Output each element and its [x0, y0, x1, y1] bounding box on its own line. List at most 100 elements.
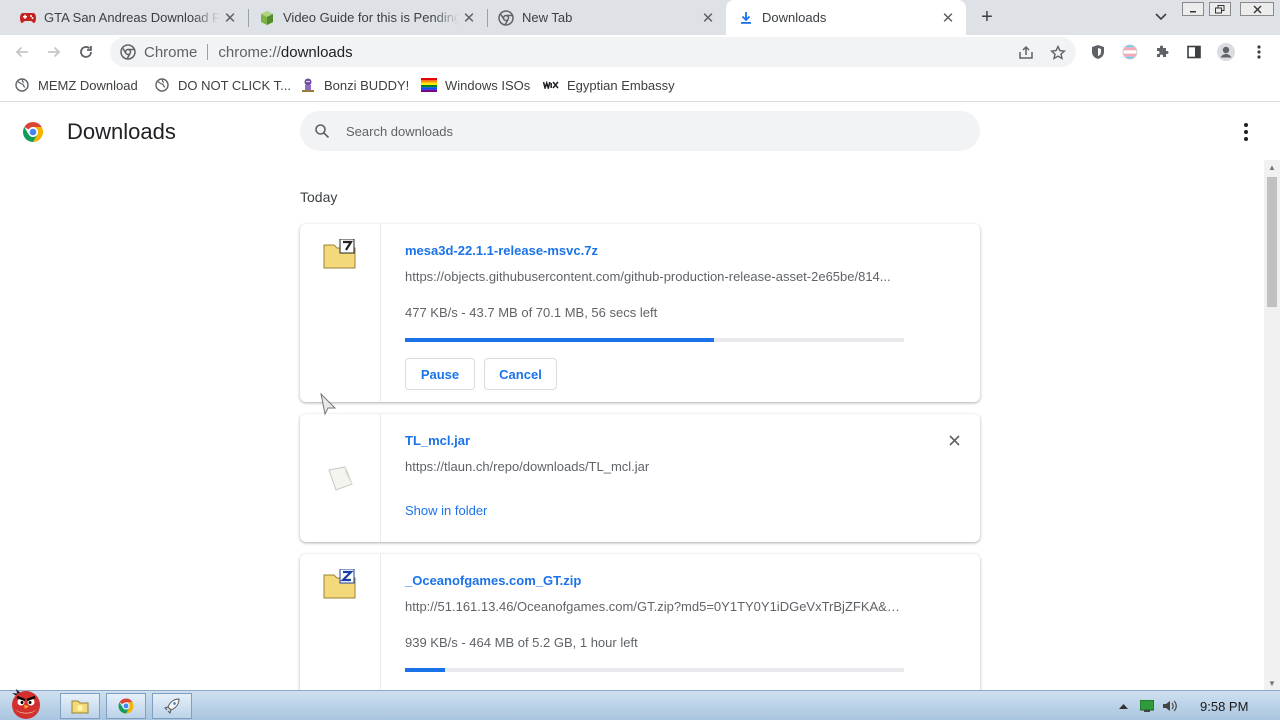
globe-icon [14, 77, 30, 93]
mouse-cursor-icon [320, 392, 338, 417]
url-prefix: chrome:// [218, 43, 281, 61]
tab-downloads[interactable]: Downloads ✕ [726, 0, 966, 35]
search-box[interactable] [300, 111, 980, 151]
progress-fill [405, 668, 445, 672]
trans-flag-extension-icon[interactable] [1121, 43, 1139, 61]
bookmark-bonzi[interactable]: Bonzi BUDDY! [300, 76, 409, 94]
close-tab-icon[interactable]: ✕ [459, 8, 479, 28]
chrome-logo-icon [21, 120, 45, 144]
shield-extension-icon[interactable] [1089, 43, 1107, 61]
scroll-down-arrow-icon[interactable]: ▼ [1264, 676, 1280, 690]
progress-fill [405, 338, 715, 342]
file-name-link[interactable]: _Oceanofgames.com_GT.zip [405, 573, 581, 588]
page-scrollbar[interactable]: ▲ ▼ [1264, 160, 1280, 690]
tab-new-tab[interactable]: New Tab ✕ [478, 0, 726, 35]
globe-icon [154, 77, 170, 93]
tab-title: GTA San Andreas Download Fr [44, 10, 220, 25]
close-window-button[interactable] [1240, 2, 1274, 16]
url-text: chrome://downloads [218, 44, 352, 61]
bookmark-star-icon[interactable] [1049, 44, 1067, 62]
show-in-folder-link[interactable]: Show in folder [405, 503, 487, 518]
bookmark-label: Bonzi BUDDY! [324, 77, 410, 93]
download-icon [738, 10, 754, 26]
taskbar-rocket-button[interactable] [152, 693, 192, 719]
chrome-icon [498, 9, 514, 26]
taskbar-chrome-button[interactable] [106, 693, 146, 719]
share-icon[interactable] [1017, 44, 1035, 62]
download-item: TL_mcl.jar https://tlaun.ch/repo/downloa… [300, 414, 980, 542]
tab-search-chevron-icon[interactable] [1152, 8, 1170, 26]
side-panel-icon[interactable] [1185, 43, 1203, 61]
close-tab-icon[interactable]: ✕ [698, 8, 718, 28]
forward-button[interactable] [42, 40, 66, 64]
file-url[interactable]: http://51.161.13.46/Oceanofgames.com/GT.… [405, 599, 900, 614]
zip-archive-icon [323, 568, 357, 599]
downloads-page: Downloads Today mesa3d-22.1.1-release-ms… [0, 103, 1280, 690]
scroll-up-arrow-icon[interactable]: ▲ [1264, 160, 1280, 174]
close-tab-icon[interactable]: ✕ [220, 8, 240, 28]
rainbow-flag-icon [421, 77, 437, 93]
7z-archive-icon [323, 238, 357, 269]
file-icon-column [300, 224, 381, 402]
url-path: downloads [280, 43, 353, 61]
browser-menu-icon[interactable] [1250, 43, 1268, 61]
file-name-link[interactable]: mesa3d-22.1.1-release-msvc.7z [405, 243, 598, 258]
pause-button[interactable]: Pause [405, 358, 475, 390]
new-tab-button[interactable]: + [976, 6, 998, 28]
taskbar-explorer-button[interactable] [60, 693, 100, 719]
file-url[interactable]: https://objects.githubusercontent.com/gi… [405, 269, 900, 284]
chrome-icon [120, 44, 136, 60]
search-icon [314, 123, 330, 139]
tray-network-icon[interactable] [1139, 698, 1155, 714]
scrollbar-thumb[interactable] [1267, 177, 1277, 307]
restore-button[interactable] [1209, 2, 1231, 16]
close-tab-icon[interactable]: ✕ [938, 8, 958, 28]
bonzi-icon [300, 77, 316, 93]
file-url[interactable]: https://tlaun.ch/repo/downloads/TL_mcl.j… [405, 459, 900, 474]
jar-file-icon [323, 464, 357, 494]
tab-video-guide[interactable]: Video Guide for this is Pending ✕ [239, 0, 487, 35]
file-icon-column [300, 554, 381, 690]
tab-title: New Tab [522, 10, 573, 25]
gamepad-icon [20, 10, 36, 26]
tab-title: Video Guide for this is Pending [283, 10, 459, 25]
tray-expand-arrow-icon[interactable] [1115, 698, 1131, 714]
downloads-menu-icon[interactable] [1238, 121, 1254, 143]
search-input[interactable] [346, 123, 946, 139]
bookmark-memz[interactable]: MEMZ Download [14, 76, 138, 94]
site-chip-label: Chrome [144, 43, 198, 61]
minimize-button[interactable] [1182, 2, 1204, 16]
download-status: 939 KB/s - 464 MB of 5.2 GB, 1 hour left [405, 635, 638, 650]
download-item: _Oceanofgames.com_GT.zip http://51.161.1… [300, 554, 980, 690]
bookmark-label: Windows ISOs [445, 77, 531, 93]
profile-avatar-icon[interactable] [1216, 42, 1236, 62]
bookmark-do-not-click[interactable]: DO NOT CLICK T... [154, 76, 291, 94]
reload-button[interactable] [74, 40, 98, 64]
remove-item-close-icon[interactable] [944, 430, 964, 450]
taskbar: 9:58 PM [0, 689, 1280, 720]
download-item: mesa3d-22.1.1-release-msvc.7z https://ob… [300, 224, 980, 402]
download-status: 477 KB/s - 43.7 MB of 70.1 MB, 56 secs l… [405, 305, 658, 320]
page-title: Downloads [67, 119, 176, 144]
angry-bird-start-icon[interactable] [4, 683, 48, 720]
cube-icon [259, 10, 275, 26]
bookmark-label: Egyptian Embassy [567, 77, 675, 93]
cancel-button[interactable]: Cancel [484, 358, 557, 390]
back-button[interactable] [10, 40, 34, 64]
bookmarks-bar: MEMZ Download DO NOT CLICK T... Bonzi BU… [0, 69, 1280, 102]
date-header: Today [300, 189, 338, 205]
extensions-puzzle-icon[interactable] [1153, 43, 1171, 61]
wix-icon [543, 77, 559, 93]
file-icon-column [300, 414, 381, 542]
tab-strip: GTA San Andreas Download Fr ✕ Video Guid… [0, 0, 1280, 35]
taskbar-clock: 9:58 PM [1200, 699, 1249, 714]
chip-divider [207, 44, 209, 60]
tab-title: Downloads [762, 10, 827, 25]
tab-gta[interactable]: GTA San Andreas Download Fr ✕ [0, 0, 248, 35]
file-name-link[interactable]: TL_mcl.jar [405, 433, 470, 448]
bookmark-label: MEMZ Download [38, 77, 138, 93]
bookmark-egyptian-embassy[interactable]: Egyptian Embassy [543, 76, 675, 94]
bookmark-windows-isos[interactable]: Windows ISOs [421, 76, 530, 94]
tray-volume-icon[interactable] [1162, 698, 1178, 714]
address-bar[interactable]: Chrome chrome://downloads [110, 37, 1076, 67]
